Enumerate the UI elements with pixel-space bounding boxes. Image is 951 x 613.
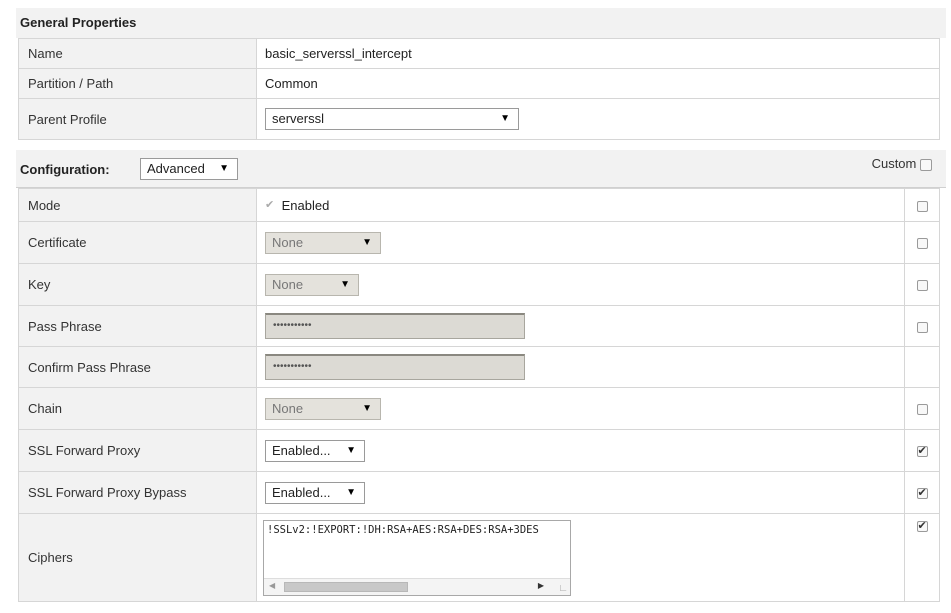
- configuration-mode-select[interactable]: Advanced ▼: [140, 158, 238, 180]
- ssl-forward-proxy-select[interactable]: Enabled... ▼: [265, 439, 365, 462]
- mode-custom-checkbox[interactable]: [916, 200, 928, 212]
- dropdown-arrow-icon: ▼: [362, 402, 372, 414]
- ssl-forward-proxy-row: SSL Forward Proxy Enabled... ▼: [18, 429, 940, 472]
- configuration-table: Mode Enabled Certificate None ▼ Key None…: [18, 188, 940, 602]
- scrollbar-thumb[interactable]: [284, 582, 408, 592]
- certificate-cell: None ▼: [256, 221, 905, 264]
- dropdown-arrow-icon: ▼: [219, 163, 229, 174]
- mode-enabled-checkbox[interactable]: [265, 198, 276, 212]
- configuration-header: Configuration: Advanced ▼ Custom: [16, 150, 946, 188]
- ssl-forward-proxy-bypass-custom-checkbox[interactable]: [916, 486, 928, 500]
- configuration-label: Configuration:: [20, 162, 110, 177]
- chain-custom-cell: [904, 387, 940, 430]
- general-properties-title: General Properties: [20, 15, 137, 30]
- confirm-pass-phrase-cell: •••••••••••: [256, 346, 905, 388]
- parent-profile-value: serverssl: [272, 111, 325, 126]
- ssl-forward-proxy-cell: Enabled... ▼: [256, 429, 905, 472]
- ciphers-row: Ciphers !SSLv2:!EXPORT:!DH:RSA+AES:RSA+D…: [18, 513, 940, 602]
- pass-phrase-custom-cell: [904, 305, 940, 347]
- ssl-forward-proxy-bypass-cell: Enabled... ▼: [256, 471, 905, 514]
- key-custom-checkbox[interactable]: [916, 280, 928, 292]
- ssl-forward-proxy-bypass-value: Enabled...: [272, 484, 331, 500]
- mode-custom-cell: [904, 188, 940, 222]
- key-cell: None ▼: [256, 263, 905, 306]
- key-custom-cell: [904, 263, 940, 306]
- general-properties-header: General Properties: [16, 8, 946, 38]
- ciphers-horizontal-scrollbar[interactable]: ◀ ▶ ∟: [264, 578, 570, 595]
- confirm-pass-phrase-row: Confirm Pass Phrase •••••••••••: [18, 346, 940, 388]
- key-label: Key: [18, 263, 257, 306]
- key-value: None: [272, 276, 304, 292]
- ciphers-text: !SSLv2:!EXPORT:!DH:RSA+AES:RSA+DES:RSA+3…: [267, 524, 539, 536]
- confirm-pass-phrase-input[interactable]: •••••••••••: [265, 354, 525, 380]
- pass-phrase-custom-checkbox[interactable]: [916, 321, 928, 333]
- ssl-forward-proxy-custom-cell: [904, 429, 940, 472]
- name-row: Name basic_serverssl_intercept: [18, 38, 940, 69]
- pass-phrase-label: Pass Phrase: [18, 305, 257, 347]
- partition-path-row: Partition / Path Common: [18, 68, 940, 99]
- ssl-forward-proxy-bypass-row: SSL Forward Proxy Bypass Enabled... ▼: [18, 471, 940, 514]
- ciphers-label: Ciphers: [18, 513, 257, 602]
- dropdown-arrow-icon: ▼: [362, 236, 372, 248]
- dropdown-arrow-icon: ▼: [346, 444, 356, 456]
- scroll-left-icon[interactable]: ◀: [269, 581, 275, 590]
- chain-select[interactable]: None ▼: [265, 397, 381, 420]
- name-value: basic_serverssl_intercept: [256, 38, 940, 69]
- mode-row: Mode Enabled: [18, 188, 940, 222]
- mode-enabled-label: Enabled: [281, 197, 330, 213]
- ciphers-custom-cell: [904, 513, 940, 602]
- pass-phrase-input[interactable]: •••••••••••: [265, 313, 525, 339]
- name-label: Name: [18, 38, 257, 69]
- chain-value: None: [272, 400, 304, 416]
- parent-profile-label: Parent Profile: [18, 98, 257, 140]
- parent-profile-row: Parent Profile serverssl ▼: [18, 98, 940, 140]
- certificate-label: Certificate: [18, 221, 257, 264]
- chain-row: Chain None ▼: [18, 387, 940, 430]
- ssl-forward-proxy-bypass-label: SSL Forward Proxy Bypass: [18, 471, 257, 514]
- ciphers-cell: !SSLv2:!EXPORT:!DH:RSA+AES:RSA+DES:RSA+3…: [256, 513, 905, 602]
- mode-label: Mode: [18, 188, 257, 222]
- custom-checkbox[interactable]: [920, 158, 932, 171]
- ssl-forward-proxy-custom-checkbox[interactable]: [916, 444, 928, 458]
- ssl-forward-proxy-label: SSL Forward Proxy: [18, 429, 257, 472]
- certificate-value: None: [272, 234, 304, 250]
- dropdown-arrow-icon: ▼: [340, 278, 350, 290]
- certificate-select[interactable]: None ▼: [265, 231, 381, 254]
- general-properties-table: Name basic_serverssl_intercept Partition…: [18, 38, 940, 140]
- partition-path-label: Partition / Path: [18, 68, 257, 99]
- chain-custom-checkbox[interactable]: [916, 404, 928, 416]
- certificate-row: Certificate None ▼: [18, 221, 940, 264]
- parent-profile-cell: serverssl ▼: [256, 98, 940, 140]
- key-select[interactable]: None ▼: [265, 273, 359, 296]
- certificate-custom-checkbox[interactable]: [916, 238, 928, 250]
- custom-toggle: Custom: [872, 156, 932, 171]
- confirm-pass-phrase-label: Confirm Pass Phrase: [18, 346, 257, 388]
- mode-cell: Enabled: [256, 188, 905, 222]
- confirm-pass-phrase-custom-cell: [904, 346, 940, 388]
- ssl-forward-proxy-value: Enabled...: [272, 442, 331, 458]
- pass-phrase-row: Pass Phrase •••••••••••: [18, 305, 940, 347]
- resize-grip-icon[interactable]: ∟: [558, 583, 568, 594]
- scroll-right-icon[interactable]: ▶: [538, 581, 544, 590]
- certificate-custom-cell: [904, 221, 940, 264]
- chain-cell: None ▼: [256, 387, 905, 430]
- pass-phrase-cell: •••••••••••: [256, 305, 905, 347]
- parent-profile-select[interactable]: serverssl ▼: [265, 108, 519, 130]
- ciphers-custom-checkbox[interactable]: [916, 519, 928, 533]
- chain-label: Chain: [18, 387, 257, 430]
- configuration-mode-value: Advanced: [147, 161, 205, 176]
- custom-label: Custom: [871, 156, 917, 171]
- partition-path-value: Common: [256, 68, 940, 99]
- dropdown-arrow-icon: ▼: [346, 486, 356, 498]
- dropdown-arrow-icon: ▼: [500, 113, 510, 124]
- ciphers-textarea[interactable]: !SSLv2:!EXPORT:!DH:RSA+AES:RSA+DES:RSA+3…: [263, 520, 571, 596]
- ssl-forward-proxy-bypass-select[interactable]: Enabled... ▼: [265, 481, 365, 504]
- ssl-forward-proxy-bypass-custom-cell: [904, 471, 940, 514]
- key-row: Key None ▼: [18, 263, 940, 306]
